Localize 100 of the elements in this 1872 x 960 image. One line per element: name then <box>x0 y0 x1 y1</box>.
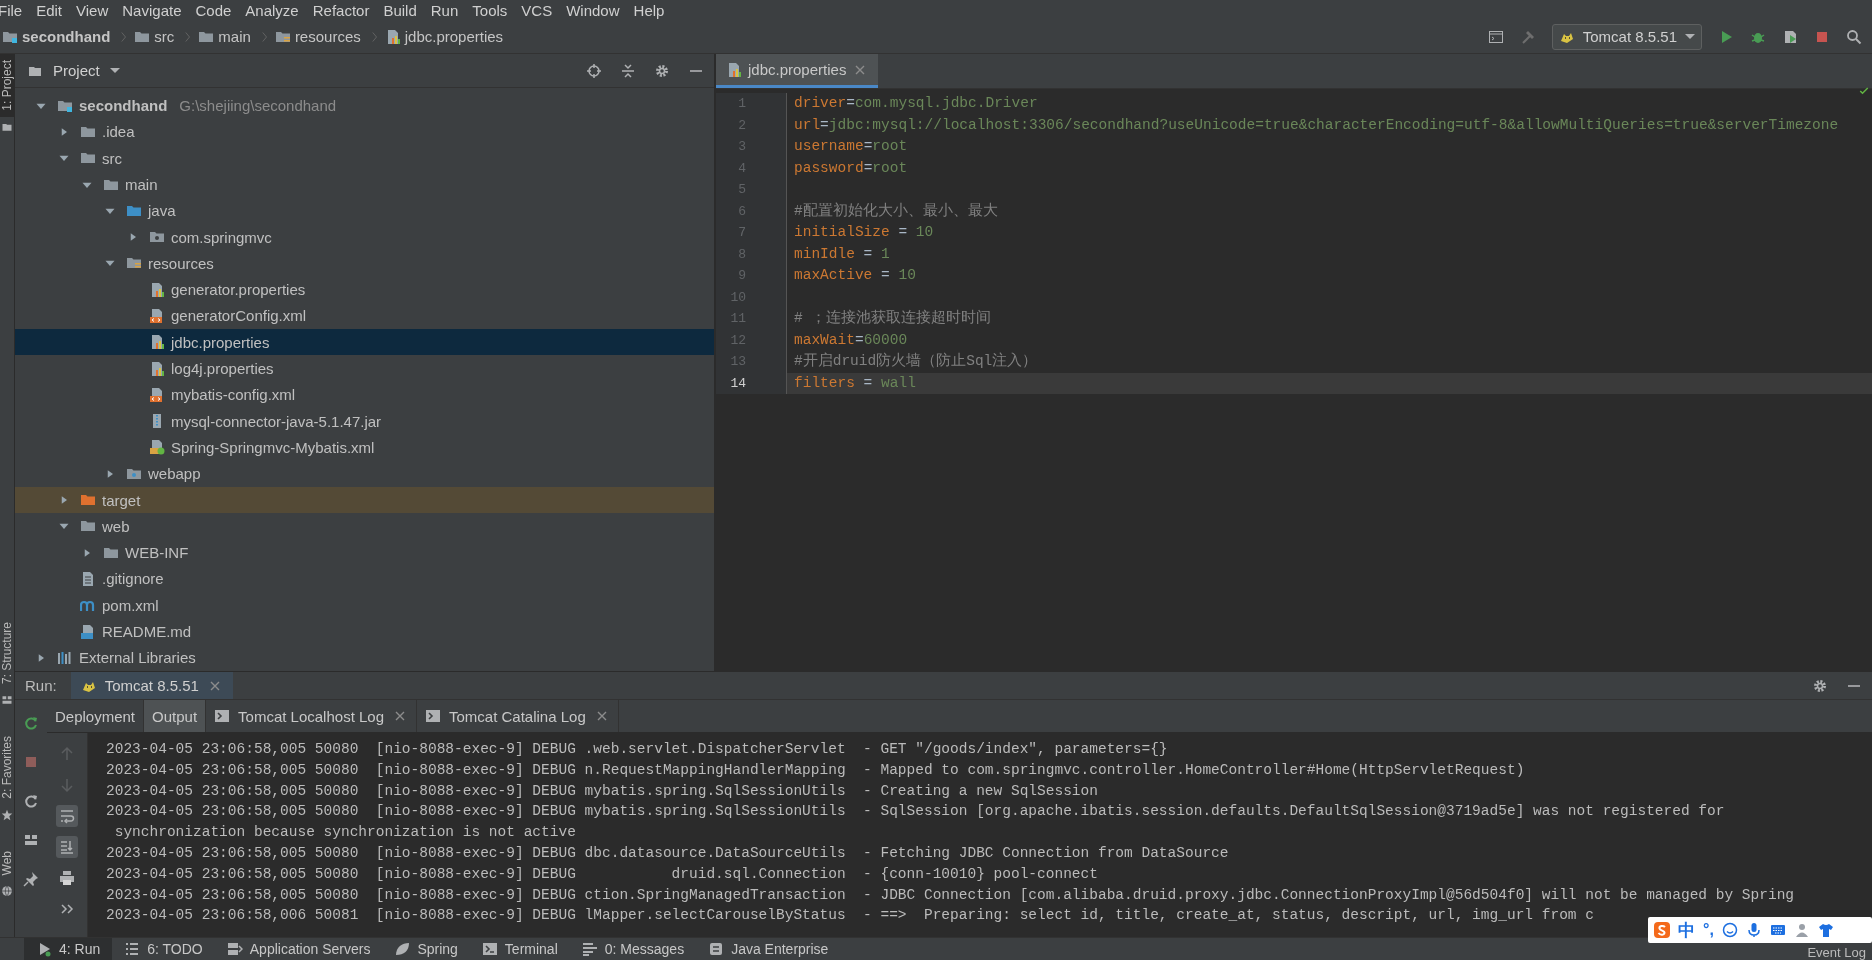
menu-item[interactable]: File <box>0 1 30 19</box>
menu-item[interactable]: Navigate <box>122 1 189 19</box>
menu-item[interactable]: Code <box>195 1 239 19</box>
console-line: 2023-04-05 23:06:58,005 50080 [nio-8088-exec-9] DEBUG mybatis.spring.SqlSessionUtils - SqlSession [org.apache.ibatis.session.defaults.DefaultSqlSession@3719ad5e] was not registered for <box>106 802 1725 822</box>
tree-item[interactable]: generator.properties <box>15 276 714 303</box>
tool-window-button[interactable]: 1: Project <box>0 54 14 117</box>
code-line: maxActive = 10 <box>794 267 916 283</box>
logo-icon[interactable] <box>1654 922 1670 938</box>
keyboard-icon[interactable] <box>1769 922 1786 938</box>
code-line: filters = wall <box>794 374 916 391</box>
tree-item[interactable]: generatorConfig.xml <box>15 302 714 330</box>
terminal-icon <box>481 941 498 957</box>
search-icon[interactable] <box>1846 28 1862 45</box>
menu-item[interactable]: Build <box>383 1 424 19</box>
menu-item[interactable]: Analyze <box>245 1 306 19</box>
properties-file-icon <box>149 281 165 298</box>
panel-label: Run: <box>24 676 58 696</box>
caret-icon <box>109 68 120 74</box>
tree-item[interactable]: resources <box>15 250 714 277</box>
breadcrumb-item[interactable]: secondhand <box>22 28 111 45</box>
tree-item[interactable]: java <box>15 197 714 224</box>
view-selector[interactable]: Project <box>15 62 120 80</box>
run-config-dropdown[interactable]: Tomcat 8.5.51 <box>1551 23 1702 50</box>
scroll-to-end-icon[interactable] <box>56 836 78 858</box>
tool-window-tab[interactable]: Terminal <box>469 938 570 960</box>
run-tab[interactable]: Tomcat 8.5.51 <box>70 672 233 699</box>
code-line: maxWait=60000 <box>794 331 908 348</box>
tree-item[interactable]: com.springmvc <box>15 223 714 251</box>
star-icon <box>1 808 13 821</box>
code-line: initialSize = 10 <box>794 224 934 240</box>
editor-tab[interactable]: jdbc.properties <box>716 54 879 88</box>
xml-file-icon <box>149 439 165 456</box>
breadcrumb-item[interactable]: src <box>154 28 175 45</box>
menu-item[interactable]: View <box>76 1 116 19</box>
tool-window-button[interactable]: 7: Structure <box>0 615 14 690</box>
libraries-icon <box>57 649 73 666</box>
tool-window-tab[interactable]: 0: Messages <box>569 938 697 960</box>
structure-icon <box>1 693 13 706</box>
tree-item[interactable]: target <box>15 486 714 514</box>
messages-icon <box>581 941 598 957</box>
tool-window-button[interactable]: Web <box>0 844 14 881</box>
tree-item[interactable]: webapp <box>15 460 714 487</box>
smile-icon[interactable] <box>1721 922 1738 938</box>
settings-icon[interactable] <box>1812 677 1828 694</box>
tree-item[interactable]: log4j.properties <box>15 355 714 382</box>
breadcrumb-item[interactable]: jdbc.properties <box>404 28 504 45</box>
breadcrumb-item[interactable]: main <box>218 28 251 45</box>
tool-window-tab[interactable]: Java Enterprise <box>696 938 841 960</box>
menu-item[interactable]: VCS <box>521 1 560 19</box>
tree-item[interactable]: Spring-Springmvc-Mybatis.xml <box>15 434 714 461</box>
tool-window-tab[interactable]: Application Servers <box>214 938 383 960</box>
coverage-icon[interactable] <box>1782 28 1798 45</box>
tool-window-tab[interactable]: 6: TODO <box>112 938 215 960</box>
menu-item[interactable]: Help <box>633 1 672 19</box>
output-tab[interactable]: Output <box>144 700 207 732</box>
tool-window-tab[interactable]: 4: Run <box>24 938 113 960</box>
tool-window-tab[interactable]: Spring <box>382 938 470 960</box>
tree-item[interactable]: main <box>15 171 714 198</box>
tree-item[interactable]: .idea <box>15 118 714 146</box>
window-icon[interactable] <box>1487 28 1504 45</box>
menu-item[interactable]: Window <box>566 1 627 19</box>
settings-icon[interactable] <box>654 62 670 79</box>
microphone-icon[interactable] <box>1745 922 1762 938</box>
collapse-icon[interactable] <box>620 62 636 79</box>
soft-wrap-icon[interactable] <box>56 805 78 827</box>
tree-item[interactable]: External Libraries <box>15 644 714 671</box>
tree-item[interactable]: .gitignore <box>15 565 714 593</box>
breadcrumb-item[interactable]: resources <box>294 28 361 45</box>
console-line: 2023-04-05 23:06:58,005 50080 [nio-8088-exec-9] DEBUG ction.SpringManagedTransaction - JDBC Connection [com.alibaba.druid.proxy.jdbc.ConnectionProxyImpl@56d504f0] will not be managed by Spring <box>106 885 1795 905</box>
locate-icon[interactable] <box>586 62 602 79</box>
tree-item[interactable]: web <box>15 513 714 540</box>
punctuation-toggle[interactable]: °, <box>1703 921 1714 939</box>
menu-item[interactable]: Edit <box>36 1 70 19</box>
properties-file-icon <box>149 360 165 377</box>
servers-icon <box>226 941 243 957</box>
tree-item[interactable]: README.md <box>15 618 714 645</box>
code-comment: #开启druid防火墙（防止Sql注入） <box>794 353 1038 369</box>
spring-icon <box>394 941 411 957</box>
tree-item[interactable]: WEB-INF <box>15 539 714 566</box>
console-line: 2023-04-05 23:06:58,005 50080 [nio-8088-exec-9] DEBUG n.RequestMappingHandlerMapping - Mapped to com.springmvc.controller.HomeController#Home(HttpServletRequest) <box>106 760 1525 780</box>
output-tab[interactable]: Tomcat Catalina Log <box>417 700 619 732</box>
tree-item[interactable]: mysql-connector-java-5.1.47.jar <box>15 408 714 435</box>
menu-item[interactable]: Run <box>430 1 466 19</box>
mode-toggle[interactable]: 中 <box>1678 918 1695 942</box>
line-number: 14 <box>716 372 787 394</box>
tree-item[interactable]: mybatis-config.xml <box>15 381 714 409</box>
event-log-button[interactable]: Event Log <box>1807 945 1872 960</box>
tree-item[interactable]: pom.xml <box>15 592 714 619</box>
globe-icon <box>1 885 13 897</box>
xml-file-icon <box>149 386 165 403</box>
output-tab[interactable]: Tomcat Localhost Log <box>206 700 417 732</box>
menu-item[interactable]: Refactor <box>312 1 377 19</box>
tree-item[interactable]: secondhand G:\shejiing\secondhand <box>15 92 714 119</box>
shirt-icon[interactable] <box>1817 922 1834 938</box>
path-label: G:\shejiing\secondhand <box>179 97 337 115</box>
tool-window-button[interactable]: 2: Favorites <box>0 729 14 805</box>
person-icon[interactable] <box>1793 922 1810 938</box>
menu-item[interactable]: Tools <box>472 1 515 19</box>
tree-item[interactable]: jdbc.properties <box>15 329 714 356</box>
tree-item[interactable]: src <box>15 145 714 172</box>
